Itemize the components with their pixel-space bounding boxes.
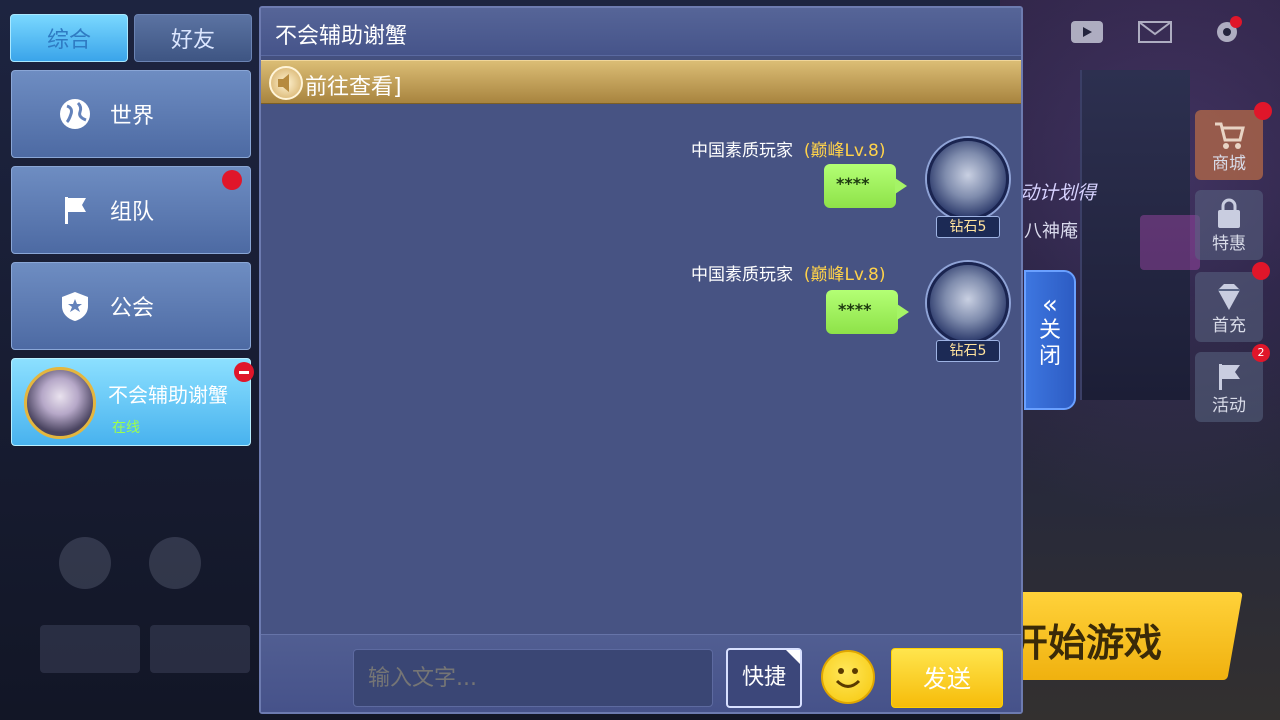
sender-rank-badge: 钻石5 — [936, 340, 1000, 362]
chat-input-bar: 快捷 发送 — [261, 634, 1021, 712]
event-banner-text: 动计划得 — [1020, 182, 1097, 204]
guild-shield-icon — [62, 292, 88, 321]
message-sender-name: 中国素质玩家 — [691, 265, 793, 285]
flag-icon — [65, 197, 86, 224]
background-menu-blur — [40, 537, 250, 673]
bubble-tail — [897, 304, 909, 320]
message-sender-level: (巅峰Lv.8) — [803, 265, 886, 285]
channel-world[interactable]: 世界 — [11, 70, 251, 158]
activity-badge-count: 2 — [1252, 344, 1270, 362]
sender-avatar[interactable] — [927, 262, 1009, 344]
background-neon-sign — [1140, 215, 1200, 270]
message-sender-level: (巅峰Lv.8) — [803, 141, 886, 161]
friend-avatar — [24, 367, 96, 439]
first-recharge-button[interactable]: 首充 — [1195, 272, 1263, 342]
gift-lock-icon — [1218, 198, 1240, 228]
message-bubble: **** — [826, 290, 898, 334]
channel-team[interactable]: 组队 — [11, 166, 251, 254]
start-game-label: 开始游戏 — [1010, 621, 1163, 665]
friend-status: 在线 — [112, 420, 140, 436]
sender-rank-badge: 钻石5 — [936, 216, 1000, 238]
chat-panel: 不会辅助谢蟹 前往查看] 中国素质玩家 (巅峰Lv.8) **** 钻石5 中国… — [259, 6, 1023, 714]
chat-title: 不会辅助谢蟹 — [275, 24, 408, 49]
close-chat-button[interactable]: « 关闭 — [1024, 270, 1076, 410]
close-chat-label: 关闭 — [1038, 318, 1061, 369]
emoji-button[interactable] — [821, 650, 875, 704]
speaker-icon — [269, 66, 303, 100]
tab-friends[interactable]: 好友 — [134, 14, 252, 62]
special-offer-label: 特惠 — [1212, 234, 1246, 254]
shop-notification-dot — [1254, 102, 1272, 120]
channel-world-label: 世界 — [110, 104, 155, 129]
special-offer-button[interactable]: 特惠 — [1195, 190, 1263, 260]
friend-item[interactable]: 不会辅助谢蟹 在线 — [11, 358, 254, 446]
sender-avatar[interactable] — [927, 138, 1009, 220]
system-notice-bar[interactable]: 前往查看] — [261, 60, 1021, 104]
video-icon[interactable] — [1070, 18, 1104, 46]
channel-guild[interactable]: 公会 — [11, 262, 251, 350]
mail-icon[interactable] — [1138, 18, 1172, 46]
bubble-tail — [895, 178, 907, 194]
first-recharge-notification-dot — [1252, 262, 1270, 280]
team-notification-dot — [222, 170, 242, 190]
cart-icon — [1215, 122, 1245, 149]
event-character-text: 八神庵 — [1024, 221, 1078, 242]
chat-input[interactable] — [353, 649, 713, 707]
system-notice-text: 前往查看] — [305, 75, 402, 100]
first-recharge-label: 首充 — [1212, 316, 1246, 336]
message-sender: 中国素质玩家 (巅峰Lv.8) — [691, 136, 886, 161]
chat-message-area[interactable]: 中国素质玩家 (巅峰Lv.8) **** 钻石5 中国素质玩家 (巅峰Lv.8)… — [261, 104, 1021, 634]
diamond-icon — [1218, 284, 1240, 310]
double-chevron-left-icon: « — [1042, 290, 1058, 320]
tab-general[interactable]: 综合 — [10, 14, 128, 62]
message-bubble: **** — [824, 164, 896, 208]
activity-flag-icon — [1219, 364, 1240, 390]
activity-label: 活动 — [1212, 396, 1246, 416]
channel-guild-label: 公会 — [110, 296, 155, 321]
friend-name: 不会辅助谢蟹 — [108, 383, 228, 407]
message-sender: 中国素质玩家 (巅峰Lv.8) — [691, 260, 886, 285]
shop-label: 商城 — [1212, 154, 1246, 174]
globe-icon — [60, 99, 90, 129]
chat-header: 不会辅助谢蟹 — [261, 8, 1021, 56]
settings-notification-dot — [1230, 16, 1242, 28]
activity-button[interactable]: 活动 — [1195, 352, 1263, 422]
remove-friend-icon[interactable] — [234, 362, 254, 382]
quick-phrases-button[interactable]: 快捷 — [726, 648, 802, 708]
smiley-icon — [835, 668, 861, 688]
channel-team-label: 组队 — [110, 200, 155, 225]
shop-button[interactable]: 商城 — [1195, 110, 1263, 180]
message-sender-name: 中国素质玩家 — [691, 141, 793, 161]
send-button[interactable]: 发送 — [891, 648, 1003, 708]
